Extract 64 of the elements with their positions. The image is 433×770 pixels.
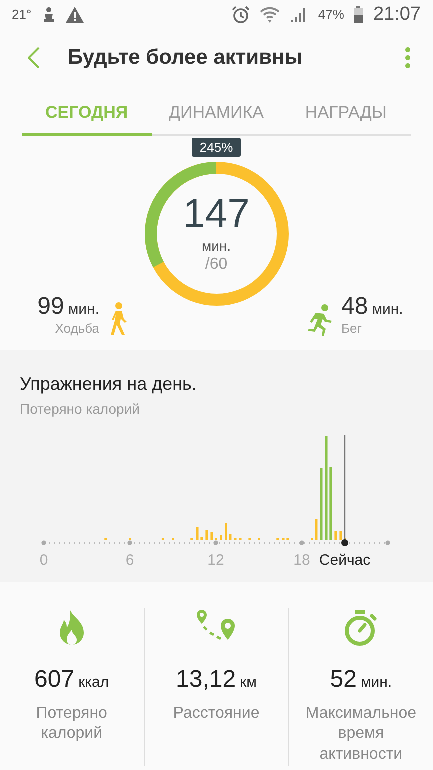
activity-bar [276, 538, 280, 540]
stat-value: 13,12 [176, 666, 236, 694]
tab[interactable]: СЕГОДНЯ [22, 95, 152, 136]
battery-icon [354, 6, 364, 24]
activity-bar [206, 530, 208, 540]
warning-icon [66, 6, 84, 23]
running-minutes: 48 [342, 292, 368, 321]
stat-label: Максимальное время активности [304, 704, 418, 766]
tab[interactable]: ДИНАМИКА [152, 95, 282, 136]
stat-value: 52 [330, 666, 357, 694]
wifi-icon [260, 6, 280, 24]
axis-label: 18 [294, 552, 310, 569]
activity-bar [315, 518, 318, 540]
activity-bar [239, 538, 242, 540]
activity-bar [258, 538, 260, 540]
goal-percent-tooltip: 245% [192, 138, 242, 158]
unit-text: мин. [68, 300, 100, 318]
flame-icon [58, 608, 86, 647]
unit-text: мин. [372, 300, 404, 318]
activity-bar [220, 534, 222, 540]
activity-bar [162, 538, 164, 540]
activity-bar [311, 538, 314, 540]
walking-minutes: 99 [38, 292, 64, 321]
section-title: Упражнения на день. [20, 374, 198, 395]
activity-bar [340, 530, 342, 540]
battery-percent-text: 47% [318, 7, 344, 22]
stat-label: Расстояние [172, 704, 261, 724]
activity-bar [190, 538, 194, 540]
now-label: Сейчас [319, 552, 371, 569]
more-options-icon [405, 47, 411, 70]
axis-label: 6 [126, 552, 134, 569]
activity-bar [334, 530, 338, 540]
screen-title: Будьте более активны [68, 46, 304, 70]
activity-bar [234, 538, 237, 540]
activity-bar [229, 534, 232, 540]
activity-bar [104, 538, 108, 540]
unit-text: км [240, 674, 257, 691]
axis-label: 12 [208, 552, 224, 569]
temperature-text: 21° [12, 7, 32, 22]
activity-label: Ходьба [55, 320, 100, 336]
activity-bar [196, 526, 199, 540]
axis-label: 0 [40, 552, 48, 569]
alarm-icon [232, 6, 250, 24]
activity-bar [286, 538, 290, 540]
tab[interactable]: НАГРАДЫ [281, 95, 412, 136]
clock-text: 21:07 [373, 4, 421, 26]
activity-bar [282, 538, 285, 540]
activity-bar [200, 536, 204, 540]
stat-label: Потеряно калорий [35, 704, 108, 744]
activity-bar [210, 532, 214, 540]
unit-text: мин. [202, 238, 232, 254]
unit-text: ккал [78, 674, 110, 691]
activity-bar [225, 522, 228, 540]
back-icon [28, 47, 40, 70]
person-icon [42, 6, 56, 23]
total-minutes: 147 [183, 194, 250, 234]
activity-label: Бег [342, 320, 362, 336]
activity-bar [248, 538, 252, 540]
unit-text: мин. [360, 674, 392, 691]
section-subtitle: Потеряно калорий [20, 400, 141, 417]
goal-text: /60 [205, 256, 228, 274]
stopwatch-icon [343, 608, 380, 647]
stat-value: 607 [34, 666, 75, 694]
activity-bar [172, 538, 174, 540]
